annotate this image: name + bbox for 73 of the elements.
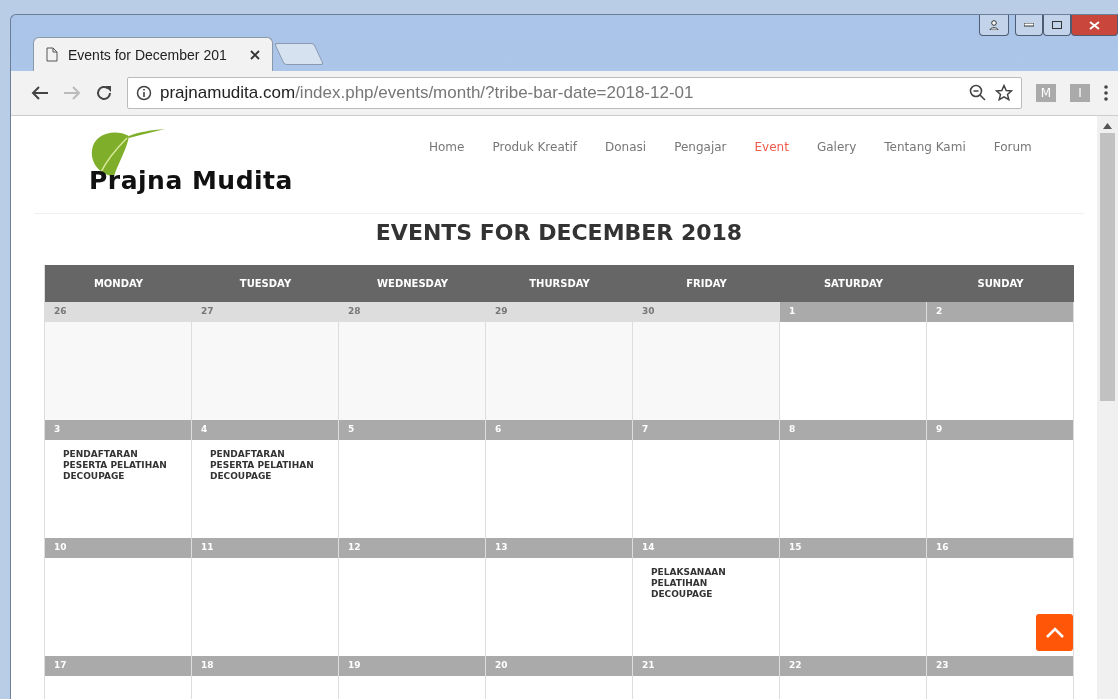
nav-link[interactable]: Donasi xyxy=(605,140,647,156)
nav-link[interactable]: Pengajar xyxy=(674,140,727,156)
info-icon xyxy=(136,85,152,101)
menu-icon[interactable] xyxy=(1104,85,1108,101)
weekday-header: TUESDAY xyxy=(192,265,339,302)
day-number: 9 xyxy=(927,420,1073,440)
day-number: 7 xyxy=(633,420,779,440)
back-icon[interactable] xyxy=(31,85,49,101)
day-number: 30 xyxy=(633,302,779,322)
logo-text: Prajna Mudita xyxy=(89,166,294,195)
event-link[interactable]: PENDAFTARAN PESERTA PELATIHAN DECOUPAGE xyxy=(210,449,320,482)
day-number: 2 xyxy=(927,302,1073,322)
user-button[interactable] xyxy=(979,15,1009,36)
day-number: 20 xyxy=(486,656,632,676)
star-icon[interactable] xyxy=(995,84,1013,102)
day-number: 5 xyxy=(339,420,485,440)
day-number: 13 xyxy=(486,538,632,558)
day-number: 12 xyxy=(339,538,485,558)
day-number: 10 xyxy=(45,538,191,558)
day-number: 18 xyxy=(192,656,338,676)
nav-link[interactable]: Produk Kreatif xyxy=(492,140,577,156)
day-number: 11 xyxy=(192,538,338,558)
chevron-up-icon xyxy=(1045,627,1064,638)
day-number: 19 xyxy=(339,656,485,676)
day-number: 3 xyxy=(45,420,191,440)
address-bar[interactable]: prajnamudita.com/index.php/events/month/?tribe-bar-date=2018-12-01 xyxy=(127,77,1022,109)
minimize-button[interactable] xyxy=(1015,15,1043,36)
day-number: 14 xyxy=(633,538,779,558)
maximize-icon xyxy=(1052,21,1062,29)
scrollbar-thumb[interactable] xyxy=(1100,133,1115,401)
day-number: 23 xyxy=(927,656,1073,676)
day-number: 29 xyxy=(486,302,632,322)
day-number: 6 xyxy=(486,420,632,440)
event-link[interactable]: PENDAFTARAN PESERTA PELATIHAN DECOUPAGE xyxy=(63,449,173,482)
minimize-icon xyxy=(1024,23,1034,27)
back-to-top-button[interactable] xyxy=(1036,614,1073,651)
day-number: 8 xyxy=(780,420,926,440)
day-number: 26 xyxy=(45,302,191,322)
calendar-heading: EVENTS FOR DECEMBER 2018 xyxy=(374,219,744,247)
weekday-header: SATURDAY xyxy=(780,265,927,302)
day-number: 22 xyxy=(780,656,926,676)
zoom-out-icon[interactable] xyxy=(969,84,987,102)
url-text: prajnamudita.com/index.php/events/month/?tribe-bar-date=2018-12-01 xyxy=(160,83,695,103)
day-number: 28 xyxy=(339,302,485,322)
weekday-header: WEDNESDAY xyxy=(339,265,486,302)
weekday-header: FRIDAY xyxy=(633,265,780,302)
scrollbar[interactable] xyxy=(1097,116,1118,699)
tab-title: Events for December 201 xyxy=(68,46,228,63)
nav-link[interactable]: Forum xyxy=(993,140,1032,156)
day-number: 16 xyxy=(927,538,1073,558)
day-number: 17 xyxy=(45,656,191,676)
day-number: 1 xyxy=(780,302,926,322)
day-number: 27 xyxy=(192,302,338,322)
close-icon[interactable] xyxy=(250,49,260,60)
event-link[interactable]: PELAKSANAAN PELATIHAN DECOUPAGE xyxy=(651,567,761,600)
browser-tab[interactable]: Events for December 201 xyxy=(33,37,273,71)
nav-link[interactable]: Event xyxy=(754,140,789,156)
person-icon xyxy=(989,20,999,30)
close-icon xyxy=(1089,20,1100,30)
weekday-header: MONDAY xyxy=(45,265,192,302)
weekday-header: SUNDAY xyxy=(927,265,1074,302)
maximize-button[interactable] xyxy=(1043,15,1071,36)
close-button[interactable] xyxy=(1071,15,1118,36)
weekday-header: THURSDAY xyxy=(486,265,633,302)
page-icon xyxy=(46,47,58,62)
nav-link[interactable]: Galery xyxy=(816,140,857,156)
reload-icon[interactable] xyxy=(95,84,113,102)
day-number: 4 xyxy=(192,420,338,440)
day-number: 21 xyxy=(633,656,779,676)
nav-link[interactable]: Home xyxy=(429,140,465,156)
scroll-up-icon[interactable] xyxy=(1103,123,1112,129)
nav-link[interactable]: Tentang Kami xyxy=(884,140,966,156)
day-number: 15 xyxy=(780,538,926,558)
